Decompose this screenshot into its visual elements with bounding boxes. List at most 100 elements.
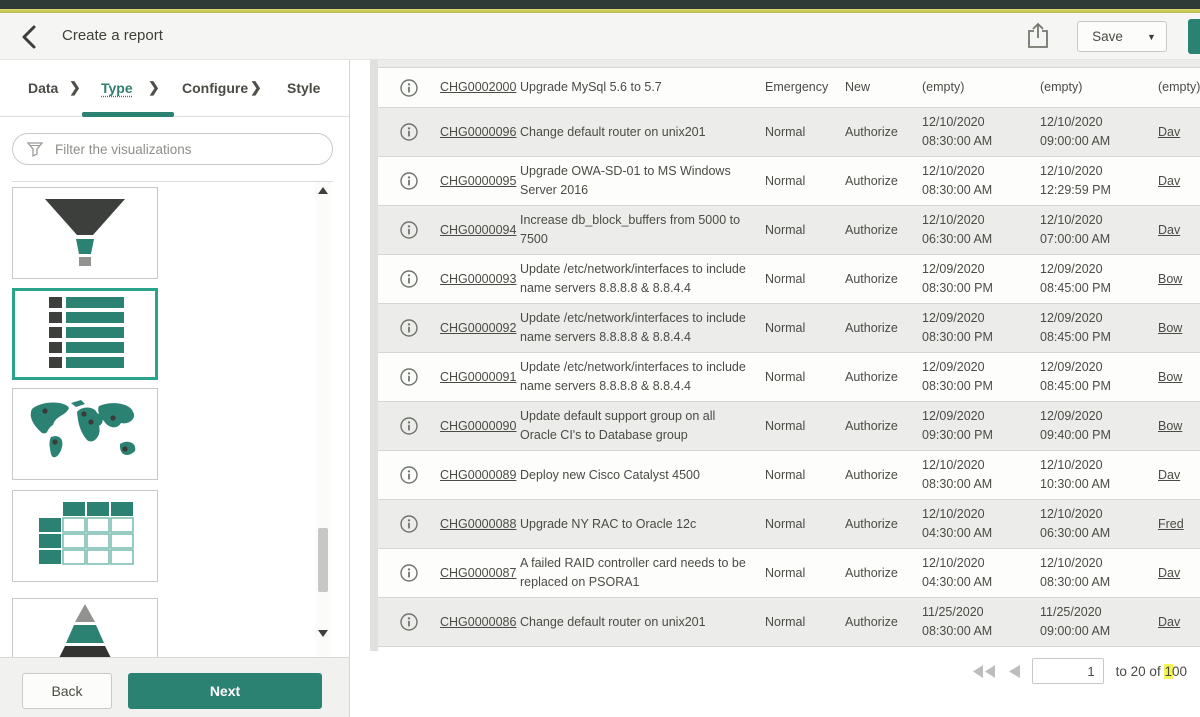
info-icon[interactable]: [398, 464, 420, 486]
back-chevron-button[interactable]: [16, 22, 46, 52]
planned-end-text: 12/09/2020 08:45:00 PM: [1040, 354, 1158, 400]
back-button[interactable]: Back: [22, 673, 112, 709]
record-number-link[interactable]: CHG0000095: [440, 174, 516, 188]
info-icon[interactable]: [398, 219, 420, 241]
header-bar: Create a report Save ▼: [0, 13, 1200, 60]
info-icon[interactable]: [398, 366, 420, 388]
record-number-link[interactable]: CHG0000088: [440, 517, 516, 531]
state-text: Authorize: [845, 364, 922, 391]
step-data[interactable]: Data: [28, 80, 58, 96]
info-icon[interactable]: [398, 415, 420, 437]
assigned-to-link[interactable]: Fred: [1158, 517, 1184, 531]
step-type[interactable]: Type: [101, 80, 133, 96]
planned-end-text: 12/10/2020 06:30:00 AM: [1040, 501, 1158, 547]
priority-text: Normal: [765, 315, 845, 342]
record-number-link[interactable]: CHG0000091: [440, 370, 516, 384]
short-description-text: Change default router on unix201: [520, 609, 765, 636]
assigned-to-link[interactable]: Dav: [1158, 566, 1180, 580]
row-info-cell: [378, 317, 440, 339]
record-number-link[interactable]: CHG0000094: [440, 223, 516, 237]
assigned-to-link[interactable]: Bow: [1158, 419, 1182, 433]
viz-list-scrollbar[interactable]: [315, 182, 331, 657]
previous-page-button[interactable]: [1009, 665, 1020, 678]
filter-visualizations-input[interactable]: [53, 141, 320, 158]
record-number-link[interactable]: CHG0000096: [440, 125, 516, 139]
list-chart-icon: [33, 294, 137, 375]
assigned-to-link[interactable]: Dav: [1158, 468, 1180, 482]
short-description-text: Increase db_block_buffers from 5000 to 7…: [520, 207, 765, 253]
top-banner-bar: [0, 0, 1200, 9]
next-button[interactable]: Next: [128, 673, 322, 709]
info-icon[interactable]: [398, 268, 420, 290]
short-description-text: Update /etc/network/interfaces to includ…: [520, 256, 765, 302]
viz-type-map[interactable]: [12, 388, 158, 480]
table-row: CHG0000086 Change default router on unix2…: [378, 598, 1200, 647]
planned-end-text: (empty): [1040, 74, 1158, 101]
info-icon[interactable]: [398, 121, 420, 143]
record-number-link[interactable]: CHG0000092: [440, 321, 516, 335]
viz-type-pyramid[interactable]: [12, 598, 158, 657]
step-configure[interactable]: Configure: [182, 80, 248, 96]
row-info-cell: [378, 562, 440, 584]
assigned-to-link[interactable]: Dav: [1158, 125, 1180, 139]
planned-start-text: 12/10/2020 08:30:00 AM: [922, 452, 1040, 498]
record-number-link[interactable]: CHG0000090: [440, 419, 516, 433]
row-info-cell: [378, 415, 440, 437]
scroll-down-icon[interactable]: [318, 628, 328, 638]
record-number-link[interactable]: CHG0000089: [440, 468, 516, 482]
chevron-left-icon: [16, 22, 46, 52]
chevron-right-icon: ❯: [250, 79, 262, 96]
first-page-button[interactable]: [973, 665, 997, 678]
record-number-link[interactable]: CHG0000086: [440, 615, 516, 629]
planned-end-text: 12/09/2020 09:40:00 PM: [1040, 403, 1158, 449]
row-info-cell: [378, 77, 440, 99]
record-number-link[interactable]: CHG0002000: [440, 80, 516, 94]
record-number-link[interactable]: CHG0000087: [440, 566, 516, 580]
assigned-to-link[interactable]: Dav: [1158, 615, 1180, 629]
scroll-up-icon[interactable]: [318, 186, 328, 196]
priority-text: Emergency: [765, 74, 845, 101]
table-row: CHG0000093 Update /etc/network/interfaces…: [378, 255, 1200, 304]
assigned-to-link[interactable]: Bow: [1158, 321, 1182, 335]
assigned-to-link[interactable]: Bow: [1158, 272, 1182, 286]
state-text: Authorize: [845, 413, 922, 440]
assigned-to-link: (empty): [1158, 80, 1200, 94]
assigned-to-link[interactable]: Bow: [1158, 370, 1182, 384]
assigned-to-link[interactable]: Dav: [1158, 223, 1180, 237]
planned-start-text: 12/10/2020 08:30:00 AM: [922, 158, 1040, 204]
grid-table-icon: [33, 499, 137, 574]
short-description-text: Change default router on unix201: [520, 119, 765, 146]
info-icon[interactable]: [398, 77, 420, 99]
info-icon[interactable]: [398, 170, 420, 192]
share-button[interactable]: [1024, 21, 1054, 53]
viz-type-list[interactable]: [12, 288, 158, 380]
priority-text: Normal: [765, 217, 845, 244]
row-info-cell: [378, 464, 440, 486]
step-style[interactable]: Style: [287, 80, 320, 96]
scrollbar-thumb[interactable]: [318, 528, 328, 592]
save-button[interactable]: Save: [1077, 21, 1138, 52]
info-icon[interactable]: [398, 317, 420, 339]
row-info-cell: [378, 170, 440, 192]
record-number-link[interactable]: CHG0000093: [440, 272, 516, 286]
page-number-input[interactable]: [1032, 658, 1104, 684]
table-row: CHG0000090Update default support group o…: [378, 402, 1200, 451]
planned-end-text: 11/25/2020 09:00:00 AM: [1040, 599, 1158, 645]
planned-start-text: 12/09/2020 08:30:00 PM: [922, 354, 1040, 400]
save-dropdown-button[interactable]: ▼: [1137, 21, 1167, 52]
row-info-cell: [378, 268, 440, 290]
table-row: CHG0000091Update /etc/network/interfaces…: [378, 353, 1200, 402]
planned-end-text: 12/10/2020 09:00:00 AM: [1040, 109, 1158, 155]
priority-text: Normal: [765, 364, 845, 391]
state-text: Authorize: [845, 217, 922, 244]
planned-start-text: 12/10/2020 04:30:00 AM: [922, 501, 1040, 547]
viz-type-heatmap[interactable]: [12, 490, 158, 582]
short-description-text: A failed RAID controller card needs to b…: [520, 550, 765, 596]
assigned-to-link[interactable]: Dav: [1158, 174, 1180, 188]
state-text: Authorize: [845, 119, 922, 146]
info-icon[interactable]: [398, 513, 420, 535]
cutoff-primary-button[interactable]: [1188, 19, 1200, 54]
viz-type-funnel[interactable]: [12, 187, 158, 279]
info-icon[interactable]: [398, 562, 420, 584]
info-icon[interactable]: [398, 611, 420, 633]
